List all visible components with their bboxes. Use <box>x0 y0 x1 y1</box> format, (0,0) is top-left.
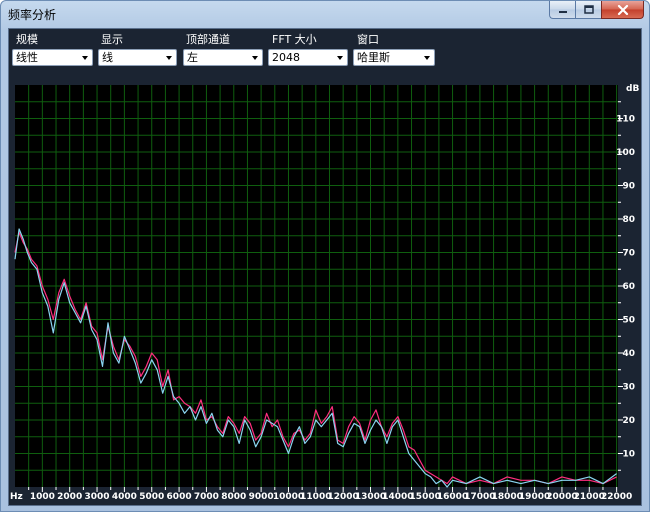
y-axis-ticks: 10 20 30 40 50 60 70 80 90 100 110 <box>616 101 635 471</box>
y-tick-label: 10 <box>622 450 635 460</box>
top-channel-control: 顶部通道 <box>186 33 230 47</box>
y-tick-label: 70 <box>622 249 635 259</box>
display-label: 显示 <box>101 33 123 46</box>
x-tick-label: 2000 <box>57 492 82 502</box>
x-axis-unit: Hz <box>10 492 23 502</box>
maximize-button[interactable] <box>575 1 601 19</box>
display-value: 线 <box>102 51 113 64</box>
y-tick-label: 30 <box>622 383 635 393</box>
chevron-down-icon <box>337 56 343 60</box>
fft-size-select[interactable]: 2048 <box>268 49 348 66</box>
y-tick-label: 50 <box>622 316 635 326</box>
y-tick-label: 40 <box>622 349 635 359</box>
scale-select[interactable]: 线性 <box>12 49 93 66</box>
x-tick-label: 4000 <box>112 492 137 502</box>
y-tick-label: 60 <box>622 282 635 292</box>
y-tick-label: 90 <box>622 182 635 192</box>
chevron-down-icon <box>166 56 172 60</box>
window-label: 窗口 <box>357 33 379 46</box>
x-tick-label: 8000 <box>221 492 246 502</box>
x-tick-label: 9000 <box>249 492 274 502</box>
window-value: 哈里斯 <box>357 51 390 64</box>
x-axis-ticks: 1000 2000 3000 4000 5000 6000 7000 8000 9000 1000… <box>28 487 632 502</box>
window-select[interactable]: 哈里斯 <box>353 49 435 66</box>
top-channel-value: 左 <box>187 51 198 64</box>
chevron-down-icon <box>252 56 258 60</box>
window-title: 频率分析 <box>8 8 57 22</box>
x-tick-label: 7000 <box>194 492 219 502</box>
fft-size-value: 2048 <box>272 51 300 64</box>
close-icon <box>617 4 628 15</box>
display-control: 显示 <box>101 33 123 47</box>
display-select[interactable]: 线 <box>98 49 177 66</box>
chevron-down-icon <box>82 56 88 60</box>
close-button[interactable] <box>601 1 644 19</box>
y-tick-label: 80 <box>622 215 635 225</box>
y-tick-label: 20 <box>622 416 635 426</box>
x-tick-label: 6000 <box>167 492 192 502</box>
y-axis-unit: dB <box>626 84 639 94</box>
x-tick-label: 1000 <box>30 492 55 502</box>
scale-control: 规模 <box>16 33 38 47</box>
y-tick-label: 110 <box>616 115 635 125</box>
top-channel-label: 顶部通道 <box>186 33 230 46</box>
maximize-icon <box>583 5 594 14</box>
minimize-icon <box>558 10 567 13</box>
window-control: 窗口 <box>357 33 379 47</box>
y-tick-label: 100 <box>616 148 635 158</box>
title-bar[interactable]: 频率分析 <box>1 1 649 27</box>
spectrum-chart: 1000 2000 3000 4000 5000 6000 7000 8000 9000 1000… <box>9 79 641 505</box>
fft-size-label: FFT 大小 <box>272 33 317 46</box>
frequency-analysis-window: 频率分析 规模 线性 显示 线 顶部通道 左 FFT 大小 2048 窗口 哈里… <box>0 0 650 512</box>
top-channel-select[interactable]: 左 <box>183 49 263 66</box>
spectrum-svg[interactable]: 1000 2000 3000 4000 5000 6000 7000 8000 9000 1000… <box>9 79 641 505</box>
x-tick-label: 5000 <box>139 492 164 502</box>
analysis-panel: 规模 线性 显示 线 顶部通道 左 FFT 大小 2048 窗口 哈里斯 100… <box>8 28 642 506</box>
x-tick-label: 3000 <box>85 492 110 502</box>
fft-size-control: FFT 大小 <box>272 33 317 47</box>
minimize-button[interactable] <box>549 1 575 19</box>
scale-value: 线性 <box>16 51 38 64</box>
x-tick-label: 22000 <box>601 492 632 502</box>
caption-buttons <box>549 1 644 20</box>
chevron-down-icon <box>424 56 430 60</box>
scale-label: 规模 <box>16 33 38 46</box>
